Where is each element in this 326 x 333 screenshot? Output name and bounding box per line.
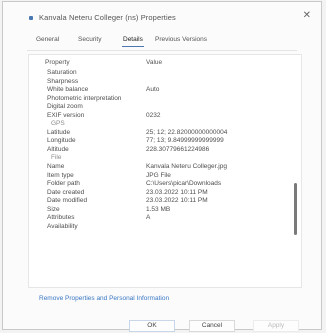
- property-name: Digital zoom: [47, 103, 83, 111]
- apply-button[interactable]: Apply: [253, 320, 299, 332]
- property-name: File: [51, 154, 62, 162]
- properties-dialog: Kanvala Neteru Colleger (ns) Properties …: [2, 1, 322, 332]
- property-row[interactable]: Item type JPG File: [29, 171, 301, 180]
- property-name: Date modified: [47, 197, 88, 205]
- property-value: 23.03.2022 10:11 PM: [146, 188, 208, 196]
- property-row[interactable]: Availability: [29, 222, 301, 231]
- property-row[interactable]: Name Kanvala Neteru Colleger.jpg: [29, 162, 301, 171]
- details-list: Saturation Sharpness White balance Auto Phot…: [29, 68, 301, 230]
- ok-button[interactable]: OK: [129, 320, 175, 332]
- property-name: Name: [47, 163, 65, 171]
- property-name: White balance: [47, 86, 89, 94]
- property-row[interactable]: Size 1.53 MB: [29, 205, 301, 214]
- property-value: 1.53 MB: [146, 205, 171, 213]
- section-header[interactable]: File: [29, 153, 301, 162]
- property-value: Auto: [146, 86, 160, 94]
- cancel-button[interactable]: Cancel: [189, 320, 235, 332]
- tab-security[interactable]: Security: [78, 36, 101, 43]
- property-name: Folder path: [47, 180, 80, 188]
- tab-general[interactable]: General: [36, 36, 59, 43]
- property-value: C:\Users\picar\Downloads: [146, 180, 222, 188]
- property-name: Altitude: [47, 145, 69, 153]
- property-row[interactable]: Longitude 77; 13; 9.84999999999999: [29, 136, 301, 145]
- property-name: Longitude: [47, 137, 76, 145]
- property-name: Sharpness: [47, 77, 79, 85]
- section-header[interactable]: GPS: [29, 119, 301, 128]
- property-name: Item type: [47, 171, 74, 179]
- property-name: Availability: [47, 222, 78, 230]
- property-row[interactable]: Latitude 25; 12; 22.82000000000004: [29, 128, 301, 137]
- property-value: 228.30779661224986: [146, 145, 210, 153]
- property-row[interactable]: White balance Auto: [29, 85, 301, 94]
- property-row[interactable]: Date created 23.03.2022 10:11 PM: [29, 188, 301, 197]
- file-icon: [29, 16, 33, 20]
- title-bar: Kanvala Neteru Colleger (ns) Properties …: [3, 2, 321, 28]
- property-name: Photometric interpretation: [47, 94, 122, 102]
- property-name: EXIF version: [47, 111, 85, 119]
- property-row[interactable]: Attributes A: [29, 213, 301, 222]
- property-row[interactable]: Sharpness: [29, 77, 301, 86]
- property-value: 77; 13; 9.84999999999999: [146, 137, 224, 145]
- property-value: 25; 12; 22.82000000000004: [146, 128, 228, 136]
- property-row[interactable]: Altitude 228.30779661224986: [29, 145, 301, 154]
- property-value: A: [146, 214, 151, 222]
- property-row[interactable]: Photometric interpretation: [29, 94, 301, 103]
- property-name: GPS: [51, 120, 65, 128]
- value-column-header[interactable]: Value: [146, 59, 162, 66]
- property-name: Attributes: [47, 214, 75, 222]
- tab-divider: [27, 50, 297, 51]
- property-name: Size: [47, 205, 60, 213]
- property-name: Latitude: [47, 128, 71, 136]
- property-row[interactable]: Saturation: [29, 68, 301, 77]
- property-name: Date created: [47, 188, 85, 196]
- property-row[interactable]: EXIF version 0232: [29, 111, 301, 120]
- property-row[interactable]: Date modified 23.03.2022 10:11 PM: [29, 196, 301, 205]
- remove-properties-link[interactable]: Remove Properties and Personal Informati…: [39, 295, 169, 302]
- property-value: 0232: [146, 111, 161, 119]
- property-row[interactable]: Digital zoom: [29, 102, 301, 111]
- window-title: Kanvala Neteru Colleger (ns) Properties: [39, 13, 176, 22]
- property-column-header[interactable]: Property: [45, 59, 70, 66]
- details-panel: Property Value Saturation Sharpness White …: [28, 54, 302, 288]
- tab-previous-versions[interactable]: Previous Versions: [155, 36, 207, 43]
- property-name: Saturation: [47, 69, 77, 76]
- property-row[interactable]: Folder path C:\Users\picar\Downloads: [29, 179, 301, 188]
- close-icon[interactable]: ✕: [303, 11, 311, 21]
- tab-details[interactable]: Details: [122, 36, 144, 47]
- property-value: JPG File: [146, 171, 171, 179]
- property-value: 23.03.2022 10:11 PM: [146, 197, 208, 205]
- scrollbar[interactable]: [294, 183, 297, 235]
- property-value: Kanvala Neteru Colleger.jpg: [146, 163, 227, 171]
